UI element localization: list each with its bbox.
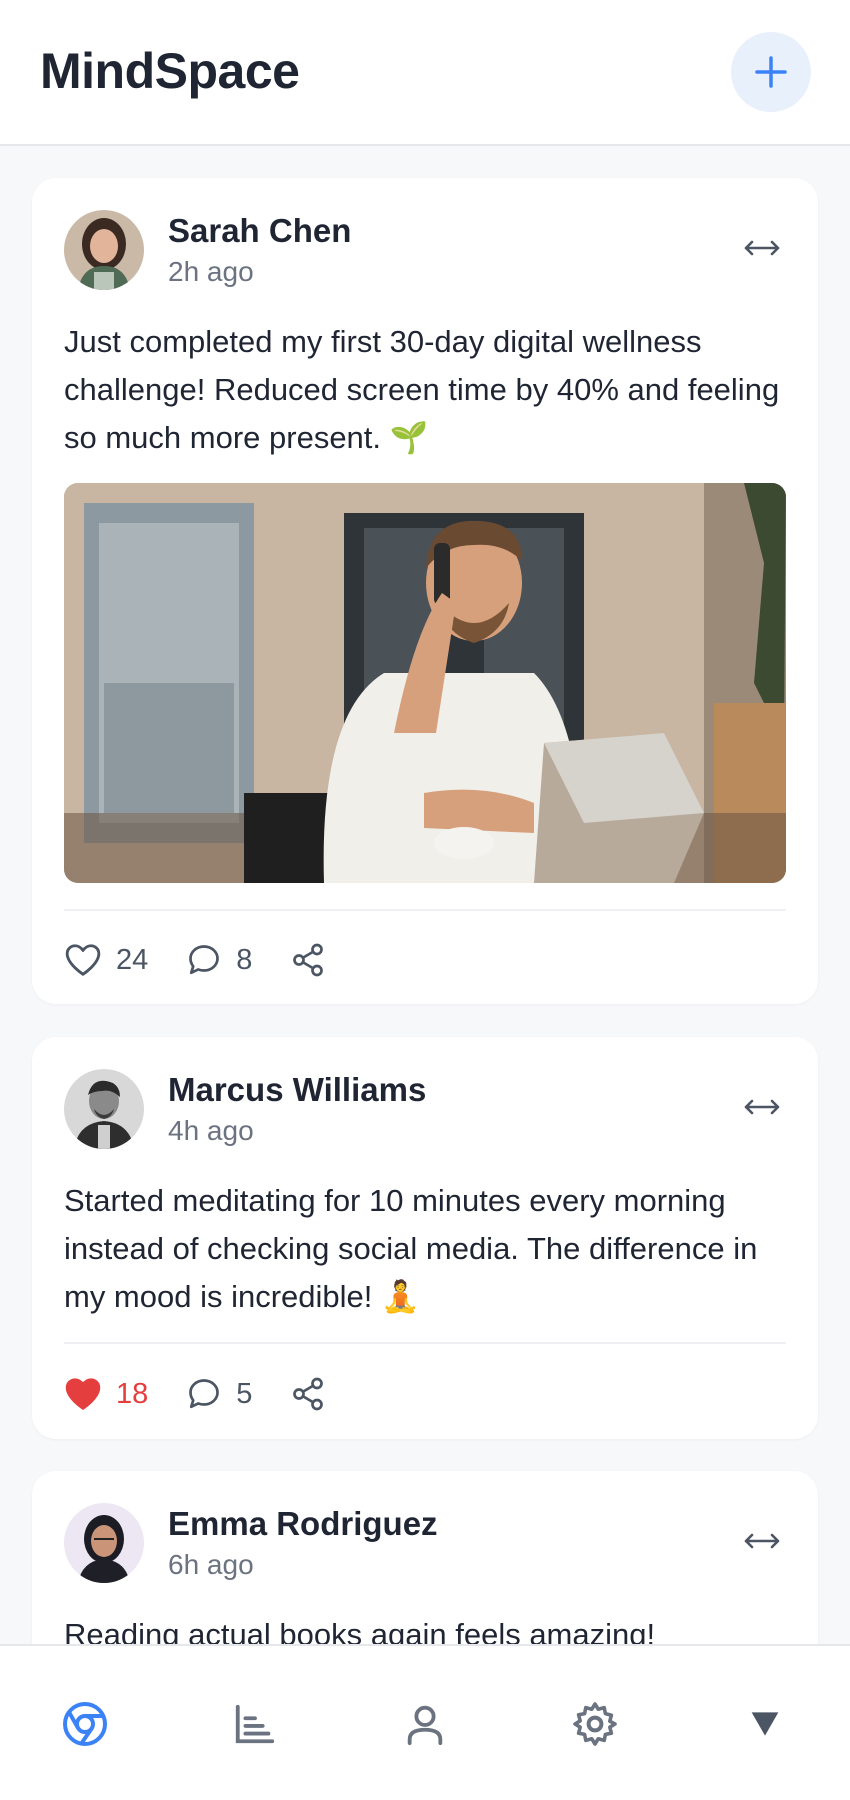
- comment-count: 8: [236, 943, 253, 976]
- author-name[interactable]: Sarah Chen: [168, 212, 351, 250]
- app: MindSpace Sarah Chen 2h ago Just complet…: [0, 0, 850, 1800]
- expand-arrows-icon: [744, 1099, 780, 1115]
- nav-more[interactable]: [680, 1646, 850, 1800]
- new-post-button[interactable]: [731, 32, 811, 112]
- post-text: Started meditating for 10 minutes every …: [64, 1183, 758, 1314]
- avatar[interactable]: [64, 210, 144, 290]
- avatar[interactable]: [64, 1069, 144, 1149]
- post-options-button[interactable]: [738, 1087, 786, 1127]
- post-card: Emma Rodriguez 6h ago Reading actual boo…: [32, 1471, 818, 1644]
- nav-settings[interactable]: [510, 1646, 680, 1800]
- more-icon: [751, 1712, 779, 1736]
- nav-profile[interactable]: [340, 1646, 510, 1800]
- post-options-button[interactable]: [738, 1521, 786, 1561]
- divider: [64, 1342, 786, 1344]
- share-icon: [293, 1377, 324, 1411]
- author-name[interactable]: Emma Rodriguez: [168, 1505, 438, 1543]
- post-card: Marcus Williams 4h ago Started meditatin…: [32, 1037, 818, 1439]
- share-button[interactable]: [290, 941, 326, 979]
- like-count: 24: [116, 943, 149, 976]
- comment-count: 5: [236, 1377, 253, 1410]
- share-icon: [293, 943, 324, 977]
- plus-icon: [755, 56, 787, 88]
- comment-button[interactable]: 5: [186, 1376, 252, 1412]
- nav-stats[interactable]: [170, 1646, 340, 1800]
- avatar[interactable]: [64, 1503, 144, 1583]
- nav-home[interactable]: [0, 1646, 170, 1800]
- heart-filled-icon: [65, 1378, 101, 1410]
- profile-icon: [407, 1705, 443, 1746]
- post-card: Sarah Chen 2h ago Just completed my firs…: [32, 178, 818, 1004]
- post-time: 4h ago: [168, 1115, 254, 1146]
- author-name[interactable]: Marcus Williams: [168, 1071, 426, 1109]
- post-time: 2h ago: [168, 256, 254, 287]
- expand-arrows-icon: [744, 1533, 780, 1549]
- post-time: 6h ago: [168, 1549, 254, 1580]
- like-button[interactable]: 18: [64, 1376, 148, 1412]
- post-actions: 18 5: [64, 1370, 364, 1418]
- post-text: Reading actual books again feels amazing…: [64, 1617, 656, 1644]
- share-button[interactable]: [290, 1375, 326, 1413]
- post-feed: Sarah Chen 2h ago Just completed my firs…: [0, 146, 850, 1644]
- post-image[interactable]: [64, 483, 786, 883]
- like-count: 18: [116, 1377, 149, 1410]
- comment-icon: [189, 945, 220, 975]
- post-actions: 24 8: [64, 936, 364, 984]
- comment-button[interactable]: 8: [186, 942, 252, 978]
- like-button[interactable]: 24: [64, 942, 148, 978]
- divider: [64, 909, 786, 911]
- heart-icon: [65, 944, 101, 976]
- bottom-navigation: [0, 1644, 850, 1800]
- comment-icon: [189, 1379, 220, 1409]
- post-text: Just completed my first 30-day digital w…: [64, 324, 780, 455]
- app-title: MindSpace: [40, 43, 300, 99]
- home-icon: [63, 1702, 107, 1746]
- settings-icon: [573, 1702, 617, 1746]
- app-header: MindSpace: [0, 0, 850, 146]
- post-options-button[interactable]: [738, 228, 786, 268]
- expand-arrows-icon: [744, 240, 780, 256]
- stats-icon: [235, 1704, 275, 1744]
